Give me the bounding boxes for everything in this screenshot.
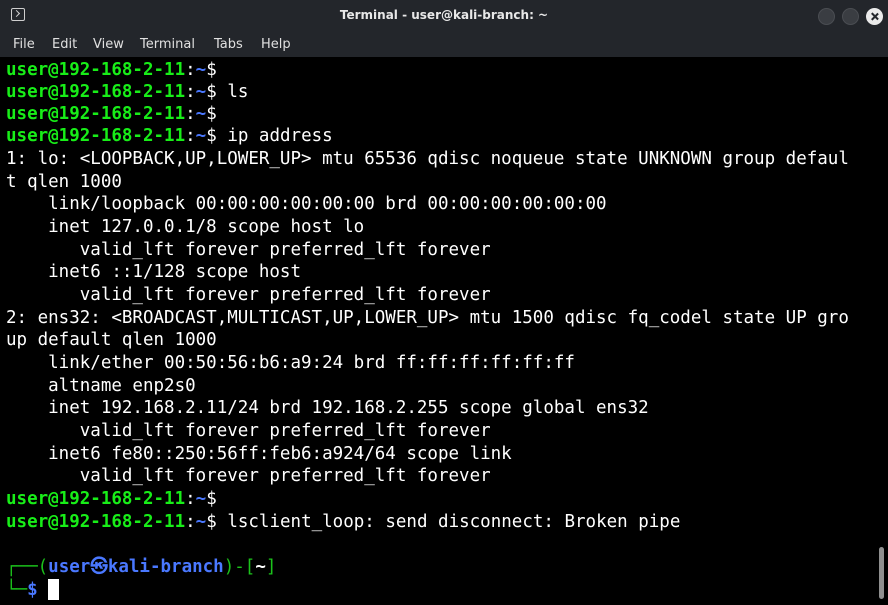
minimize-button[interactable] <box>818 8 835 25</box>
close-button[interactable] <box>866 8 883 25</box>
menu-bar: File Edit View Terminal Tabs Help <box>0 32 888 57</box>
output-line: altname enp2s0 <box>6 376 196 396</box>
prompt-line: user@192-168-2-11:~$ ip address <box>6 126 333 146</box>
menu-help[interactable]: Help <box>261 37 291 52</box>
output-line: valid_lft forever preferred_lft forever <box>6 421 491 441</box>
output-line: t qlen 1000 <box>6 172 122 192</box>
prompt-line: user@192-168-2-11:~$ ls <box>6 82 249 102</box>
terminal-output[interactable]: user@192-168-2-11:~$ user@192-168-2-11:~… <box>0 57 876 605</box>
scrollbar-thumb[interactable] <box>879 547 884 599</box>
menu-file[interactable]: File <box>13 37 35 52</box>
output-line: 2: ens32: <BROADCAST,MULTICAST,UP,LOWER_… <box>6 308 849 328</box>
output-line: valid_lft forever preferred_lft forever <box>6 285 491 305</box>
output-line: valid_lft forever preferred_lft forever <box>6 240 491 260</box>
kali-prompt-input[interactable]: └─$ <box>6 579 60 601</box>
menu-edit[interactable]: Edit <box>52 37 77 52</box>
prompt-line: user@192-168-2-11:~$ <box>6 489 217 509</box>
prompt-line: user@192-168-2-11:~$ <box>6 104 217 124</box>
menu-view[interactable]: View <box>93 37 124 52</box>
kali-prompt-header: ┌──(user㉿kali-branch)-[~] <box>6 557 277 577</box>
menu-tabs[interactable]: Tabs <box>214 37 243 52</box>
output-line: 1: lo: <LOOPBACK,UP,LOWER_UP> mtu 65536 … <box>6 149 849 169</box>
terminal-window: Terminal - user@kali-branch: ~ File Edit… <box>0 0 888 605</box>
output-line: inet 127.0.0.1/8 scope host lo <box>6 217 365 237</box>
prompt-line: user@192-168-2-11:~$ <box>6 60 217 80</box>
maximize-button[interactable] <box>842 8 859 25</box>
skull-icon: ㉿ <box>90 557 108 577</box>
menu-terminal[interactable]: Terminal <box>140 37 195 52</box>
window-title: Terminal - user@kali-branch: ~ <box>339 8 549 22</box>
output-line: link/loopback 00:00:00:00:00:00 brd 00:0… <box>6 194 607 214</box>
output-line: inet6 fe80::250:56ff:feb6:a924/64 scope … <box>6 444 512 464</box>
output-line: valid_lft forever preferred_lft forever <box>6 466 491 486</box>
prompt-line: user@192-168-2-11:~$ lsclient_loop: send… <box>6 512 681 532</box>
output-line: link/ether 00:50:56:b6:a9:24 brd ff:ff:f… <box>6 353 575 373</box>
text-cursor <box>48 579 60 600</box>
output-line: inet 192.168.2.11/24 brd 192.168.2.255 s… <box>6 398 649 418</box>
vertical-scrollbar[interactable] <box>876 57 888 605</box>
output-line: inet6 ::1/128 scope host <box>6 262 302 282</box>
title-bar[interactable]: Terminal - user@kali-branch: ~ <box>0 0 888 32</box>
output-line: up default qlen 1000 <box>6 330 217 350</box>
